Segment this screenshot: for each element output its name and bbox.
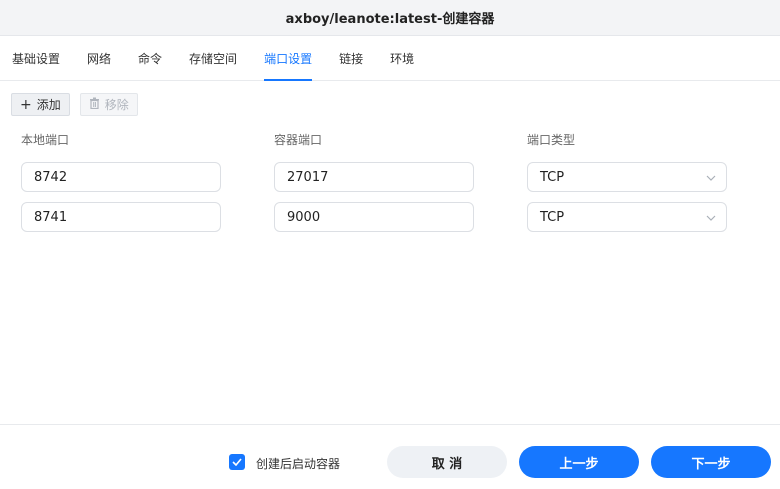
port-type-select[interactable]: TCP [527, 162, 727, 192]
port-type-value: TCP [540, 169, 565, 185]
title-bar: axboy/leanote:latest-创建容器 [0, 0, 780, 36]
tab-links[interactable]: 链接 [339, 36, 363, 80]
tab-port-settings[interactable]: 端口设置 [264, 36, 313, 81]
remove-label: 移除 [104, 98, 129, 112]
cancel-button[interactable]: 取 消 [387, 446, 507, 478]
check-icon [232, 458, 242, 466]
dialog-footer: 创建后启动容器 取 消 上一步 下一步 [0, 424, 780, 489]
remove-port-button[interactable]: 移除 [79, 93, 138, 116]
next-step-button[interactable]: 下一步 [651, 446, 771, 478]
column-header-port-type: 端口类型 [527, 133, 576, 147]
local-port-input[interactable]: 8742 [21, 162, 221, 192]
local-port-input[interactable]: 8741 [21, 202, 221, 232]
port-type-select[interactable]: TCP [527, 202, 727, 232]
create-container-dialog: axboy/leanote:latest-创建容器 基础设置 网络 命令 存储空… [0, 0, 780, 489]
tab-environment[interactable]: 环境 [390, 36, 414, 80]
column-header-container-port: 容器端口 [274, 133, 323, 147]
start-after-create-label: 创建后启动容器 [256, 457, 341, 471]
trash-icon [89, 97, 100, 112]
window-title: axboy/leanote:latest-创建容器 [285, 12, 495, 27]
previous-step-button[interactable]: 上一步 [519, 446, 639, 478]
container-port-input[interactable]: 9000 [274, 202, 474, 232]
column-header-local-port: 本地端口 [21, 133, 70, 147]
tab-bar: 基础设置 网络 命令 存储空间 端口设置 链接 环境 [0, 36, 780, 81]
add-label: 添加 [36, 98, 61, 112]
port-toolbar: + 添加 移除 [11, 93, 138, 116]
start-after-create-checkbox[interactable] [229, 454, 245, 470]
tab-basic-settings[interactable]: 基础设置 [12, 36, 60, 80]
add-port-button[interactable]: + 添加 [11, 93, 70, 116]
chevron-down-icon [706, 171, 716, 184]
plus-icon: + [20, 96, 32, 113]
chevron-down-icon [706, 211, 716, 224]
tab-storage[interactable]: 存储空间 [189, 36, 237, 80]
container-port-input[interactable]: 27017 [274, 162, 474, 192]
tab-command[interactable]: 命令 [138, 36, 162, 80]
port-type-value: TCP [540, 209, 565, 225]
tab-network[interactable]: 网络 [87, 36, 111, 80]
